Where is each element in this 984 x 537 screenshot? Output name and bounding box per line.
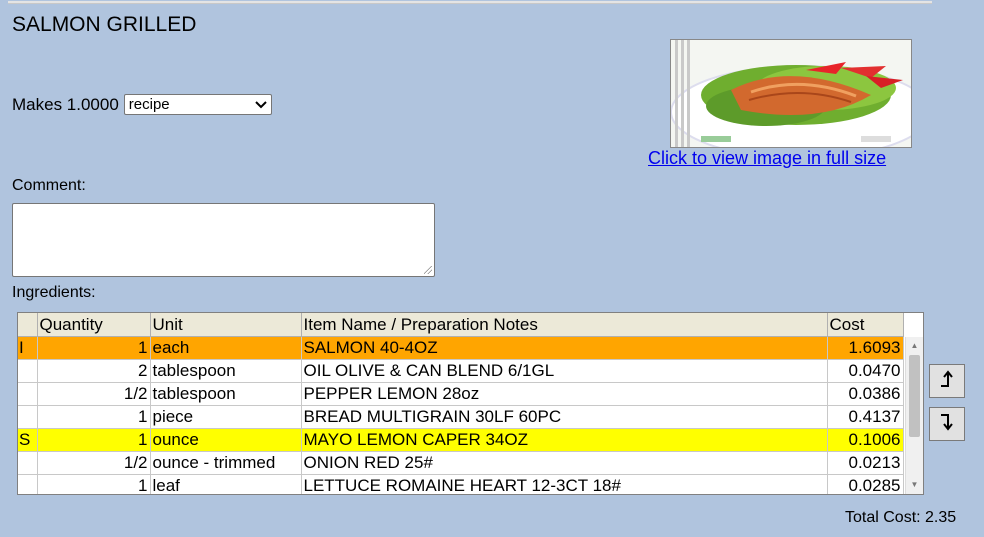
makes-label: Makes 1.0000 bbox=[12, 94, 119, 114]
recipe-title: SALMON GRILLED bbox=[12, 13, 197, 36]
table-row[interactable]: 2 tablespoon OIL OLIVE & CAN BLEND 6/1GL 0.… bbox=[18, 359, 904, 383]
ingredients-grid: Quantity Unit Item Name / Preparation No… bbox=[17, 312, 924, 495]
item-name-cell[interactable]: PEPPER LEMON 28oz bbox=[301, 382, 828, 406]
comment-label: Comment: bbox=[12, 177, 86, 194]
row-flag-cell[interactable] bbox=[18, 405, 38, 429]
top-divider bbox=[8, 1, 932, 4]
col-header-cost[interactable]: Cost bbox=[827, 313, 904, 337]
quantity-cell[interactable]: 2 bbox=[37, 359, 151, 383]
cost-cell[interactable]: 0.4137 bbox=[827, 405, 904, 429]
table-row[interactable]: 1/2 tablespoon PEPPER LEMON 28oz 0.0386 bbox=[18, 382, 904, 406]
cost-cell[interactable]: 1.6093 bbox=[827, 336, 904, 360]
item-name-cell[interactable]: LETTUCE ROMAINE HEART 12-3CT 18# bbox=[301, 474, 828, 494]
recipe-photo[interactable] bbox=[670, 39, 912, 148]
item-name-cell[interactable]: SALMON 40-4OZ bbox=[301, 336, 828, 360]
unit-cell[interactable]: each bbox=[150, 336, 302, 360]
col-header-flag[interactable] bbox=[18, 313, 38, 337]
unit-cell[interactable]: ounce bbox=[150, 428, 302, 452]
item-name-cell[interactable]: ONION RED 25# bbox=[301, 451, 828, 475]
row-flag-cell[interactable] bbox=[18, 451, 38, 475]
chevron-down-icon bbox=[255, 96, 267, 113]
move-up-button[interactable] bbox=[929, 364, 965, 398]
unit-select[interactable]: recipe bbox=[123, 94, 272, 115]
row-flag-cell[interactable] bbox=[18, 474, 38, 494]
table-row[interactable]: S 1 ounce MAYO LEMON CAPER 34OZ 0.1006 bbox=[18, 428, 904, 452]
cost-cell[interactable]: 0.0285 bbox=[827, 474, 904, 494]
table-row[interactable]: 1 leaf LETTUCE ROMAINE HEART 12-3CT 18# 0.0… bbox=[18, 474, 904, 494]
cost-cell[interactable]: 0.0213 bbox=[827, 451, 904, 475]
ingredients-table: Quantity Unit Item Name / Preparation No… bbox=[18, 313, 904, 494]
unit-cell[interactable]: tablespoon bbox=[150, 382, 302, 406]
vertical-scrollbar[interactable]: ▲ ▼ bbox=[905, 337, 923, 494]
quantity-cell[interactable]: 1 bbox=[37, 474, 151, 494]
row-flag-cell[interactable] bbox=[18, 359, 38, 383]
unit-cell[interactable]: piece bbox=[150, 405, 302, 429]
comment-textarea[interactable] bbox=[12, 203, 435, 277]
move-down-button[interactable] bbox=[929, 407, 965, 441]
row-flag-cell[interactable] bbox=[18, 382, 38, 406]
unit-cell[interactable]: ounce - trimmed bbox=[150, 451, 302, 475]
item-name-cell[interactable]: BREAD MULTIGRAIN 30LF 60PC bbox=[301, 405, 828, 429]
table-row[interactable]: I 1 each SALMON 40-4OZ 1.6093 bbox=[18, 336, 904, 360]
quantity-cell[interactable]: 1/2 bbox=[37, 451, 151, 475]
makes-row: Makes 1.0000 recipe bbox=[12, 94, 272, 115]
scroll-thumb[interactable] bbox=[909, 355, 920, 437]
resize-grip-icon[interactable] bbox=[424, 266, 432, 274]
col-header-item[interactable]: Item Name / Preparation Notes bbox=[301, 313, 828, 337]
quantity-cell[interactable]: 1 bbox=[37, 428, 151, 452]
unit-cell[interactable]: tablespoon bbox=[150, 359, 302, 383]
cost-cell[interactable]: 0.1006 bbox=[827, 428, 904, 452]
unit-select-value: recipe bbox=[128, 96, 170, 113]
col-header-quantity[interactable]: Quantity bbox=[37, 313, 151, 337]
cost-cell[interactable]: 0.0470 bbox=[827, 359, 904, 383]
table-row[interactable]: 1 piece BREAD MULTIGRAIN 30LF 60PC 0.4137 bbox=[18, 405, 904, 429]
item-name-cell[interactable]: OIL OLIVE & CAN BLEND 6/1GL bbox=[301, 359, 828, 383]
col-header-unit[interactable]: Unit bbox=[150, 313, 302, 337]
ingredients-label: Ingredients: bbox=[12, 284, 96, 301]
total-cost: Total Cost: 2.35 bbox=[845, 509, 957, 526]
table-row[interactable]: 1/2 ounce - trimmed ONION RED 25# 0.0213 bbox=[18, 451, 904, 475]
scroll-up-icon[interactable]: ▲ bbox=[906, 339, 923, 353]
scroll-down-icon[interactable]: ▼ bbox=[906, 478, 923, 492]
arrow-up-icon bbox=[939, 369, 955, 394]
row-flag-cell[interactable]: I bbox=[18, 336, 38, 360]
quantity-cell[interactable]: 1/2 bbox=[37, 382, 151, 406]
arrow-down-icon bbox=[939, 412, 955, 437]
item-name-cell[interactable]: MAYO LEMON CAPER 34OZ bbox=[301, 428, 828, 452]
header-row: Quantity Unit Item Name / Preparation No… bbox=[18, 313, 904, 337]
unit-cell[interactable]: leaf bbox=[150, 474, 302, 494]
quantity-cell[interactable]: 1 bbox=[37, 336, 151, 360]
quantity-cell[interactable]: 1 bbox=[37, 405, 151, 429]
view-full-image-link[interactable]: Click to view image in full size bbox=[648, 148, 886, 169]
cost-cell[interactable]: 0.0386 bbox=[827, 382, 904, 406]
row-flag-cell[interactable]: S bbox=[18, 428, 38, 452]
